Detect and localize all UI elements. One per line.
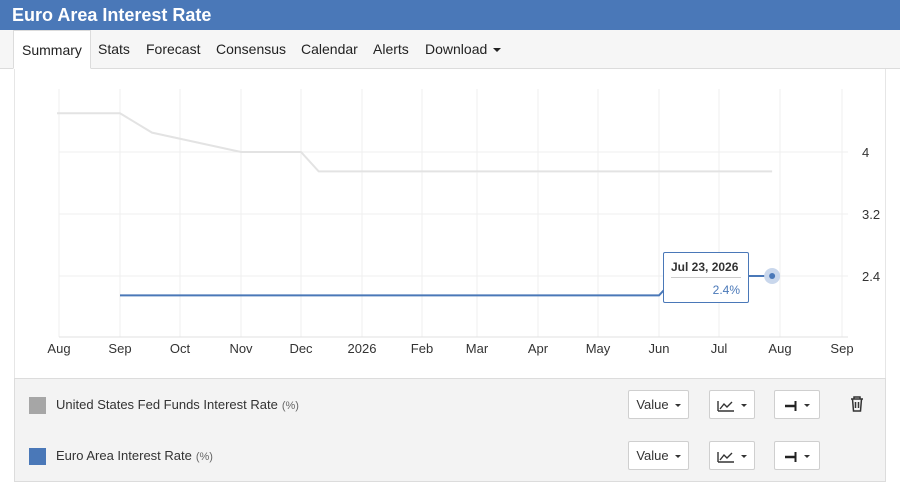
x-tick-label: Mar [466,341,489,356]
tab-download-label: Download [425,41,488,57]
y-tick-label: 2.4 [862,269,880,284]
page-title-text: Euro Area Interest Rate [12,5,212,25]
x-tick-label: Jul [711,341,728,356]
x-tick-label: Jun [649,341,670,356]
trash-icon[interactable] [849,395,865,413]
series-legend: United States Fed Funds Interest Rate (%)… [14,378,886,482]
tab-download[interactable]: Download [425,30,502,69]
page-title: Euro Area Interest Rate [0,0,900,30]
series-name-text: Euro Area Interest Rate [56,448,192,463]
tab-stats[interactable]: Stats [98,30,130,69]
series-color-swatch[interactable] [29,397,46,414]
us-fed-funds-series-line[interactable] [57,112,773,173]
tab-forecast[interactable]: Forecast [146,30,200,69]
chart-svg: Aug Sep Oct Nov Dec 2026 Feb Mar Apr May Jun Jul Aug… [47,89,880,356]
chart-type-dropdown[interactable] [709,441,755,470]
chevron-down-icon [674,404,681,408]
value-dropdown[interactable]: Value [628,390,689,419]
y-tick-label: 4 [862,145,869,160]
line-style-dropdown[interactable] [774,441,820,470]
tab-summary[interactable]: Summary [13,30,91,69]
tab-consensus[interactable]: Consensus [216,30,286,69]
chevron-down-icon [804,455,810,459]
x-tick-label: Nov [229,341,253,356]
line-style-dropdown[interactable] [774,390,820,419]
chevron-down-icon [741,455,747,459]
tab-calendar-label: Calendar [301,41,358,57]
tab-calendar[interactable]: Calendar [301,30,358,69]
value-dropdown-label: Value [636,397,669,412]
line-style-icon [785,400,797,411]
x-tick-label: Dec [289,341,313,356]
chevron-down-icon [804,404,810,408]
tab-summary-label: Summary [22,42,82,58]
value-dropdown-label: Value [636,448,669,463]
tooltip-date: Jul 23, 2026 [671,260,739,274]
legend-row: United States Fed Funds Interest Rate (%)… [15,385,885,425]
tab-stats-label: Stats [98,41,130,57]
legend-row: Euro Area Interest Rate (%) Value [15,436,885,476]
value-dropdown[interactable]: Value [628,441,689,470]
tab-bar: Summary Stats Forecast Consensus Calenda… [0,30,900,69]
y-tick-label: 3.2 [862,207,880,222]
line-style-icon [785,451,797,462]
tooltip-value: 2.4% [712,283,740,297]
series-unit: (%) [281,400,299,412]
x-tick-label: Oct [170,341,191,356]
hover-marker-point[interactable] [769,273,776,279]
x-tick-label: Aug [768,341,791,356]
x-tick-label: Sep [830,341,853,356]
chart-tooltip: Jul 23, 2026 2.4% [663,252,749,303]
x-tick-label: Aug [47,341,70,356]
x-tick-label: Feb [411,341,433,356]
x-tick-label: May [586,341,611,356]
chevron-down-icon [674,455,681,459]
line-chart-icon [717,400,734,412]
tab-alerts[interactable]: Alerts [373,30,409,69]
chevron-down-icon [741,404,747,408]
line-chart-icon [717,451,734,463]
chevron-down-icon [493,48,502,53]
x-tick-label: Sep [108,341,131,356]
tab-alerts-label: Alerts [373,41,409,57]
series-unit: (%) [195,451,213,463]
series-name: Euro Area Interest Rate (%) [56,448,213,463]
x-tick-label: Apr [528,341,549,356]
x-tick-label: 2026 [348,341,377,356]
tooltip-divider [671,277,741,278]
series-name: United States Fed Funds Interest Rate (%) [56,397,299,412]
chart-type-dropdown[interactable] [709,390,755,419]
tab-consensus-label: Consensus [216,41,287,57]
tab-forecast-label: Forecast [146,41,201,57]
series-color-swatch[interactable] [29,448,46,465]
series-name-text: United States Fed Funds Interest Rate [56,397,278,412]
